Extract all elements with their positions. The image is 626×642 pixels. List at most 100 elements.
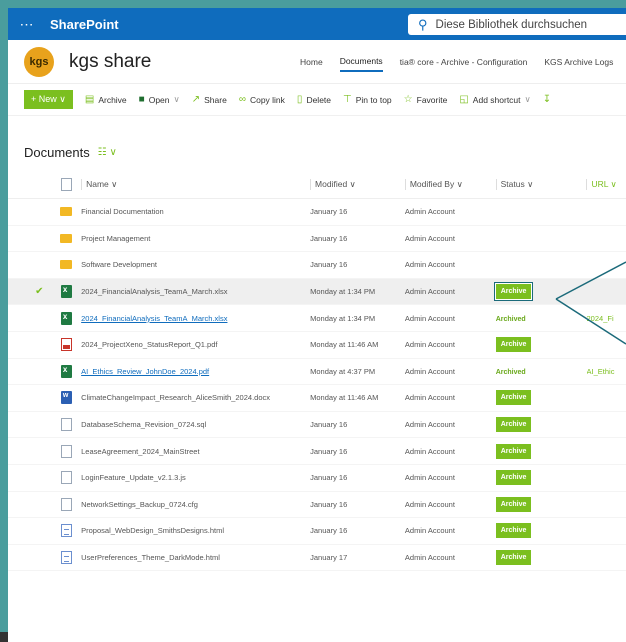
- row-status: Archive: [495, 496, 587, 512]
- download-command[interactable]: ↧: [543, 94, 555, 105]
- table-row[interactable]: ClimateChangeImpact_Research_AliceSmith_…: [8, 385, 626, 412]
- row-name[interactable]: 2024_ProjectXeno_StatusReport_Q1.pdf: [81, 340, 310, 349]
- site-header: kgs kgs share Home Documents tia® core -…: [8, 40, 626, 84]
- favorite-command[interactable]: ☆ Favorite: [404, 94, 448, 105]
- gen-file-icon: [52, 497, 82, 511]
- row-modified-by: Admin Account: [404, 553, 455, 563]
- row-name[interactable]: AI_Ethics_Review_JohnDoe_2024.pdf: [81, 367, 310, 376]
- share-command[interactable]: ↗ Share: [192, 94, 227, 105]
- archive-button[interactable]: Archive: [495, 470, 532, 486]
- archive-button[interactable]: Archive: [495, 443, 532, 459]
- row-status: Archive: [495, 417, 587, 433]
- table-row[interactable]: NetworkSettings_Backup_0724.cfg January 1…: [8, 492, 626, 519]
- row-status: Archived: [496, 314, 587, 323]
- link-icon: ∞: [238, 94, 246, 105]
- table-row[interactable]: LeaseAgreement_2024_MainStreet January 16…: [8, 438, 626, 465]
- document-list: Name ∨ Modified ∨ Modified By ∨ Status ∨…: [8, 171, 626, 572]
- site-title[interactable]: kgs share: [69, 51, 151, 73]
- search-input[interactable]: ⚲ Diese Bibliothek durchsuchen: [408, 14, 626, 35]
- column-header-url[interactable]: URL ∨: [586, 179, 626, 190]
- status-archived: Archived: [495, 315, 526, 323]
- archive-command[interactable]: ▤ Archive: [85, 94, 127, 105]
- table-row[interactable]: Financial Documentation January 16 Admin A…: [8, 199, 626, 226]
- row-status: Archive: [495, 337, 587, 353]
- archive-button[interactable]: Archive: [495, 390, 532, 406]
- row-name[interactable]: Financial Documentation: [81, 207, 310, 216]
- column-header-modified[interactable]: Modified ∨: [310, 179, 405, 190]
- archive-button[interactable]: Archive: [495, 523, 532, 539]
- row-name[interactable]: 2024_FinancialAnalysis_TeamA_March.xlsx: [81, 287, 310, 296]
- trash-icon: ▯: [296, 94, 303, 105]
- row-url[interactable]: 2024_Fi: [587, 314, 626, 323]
- archive-button[interactable]: Archive: [494, 283, 533, 301]
- table-row[interactable]: DatabaseSchema_Revision_0724.sql January …: [8, 412, 626, 439]
- row-select-checkbox[interactable]: ✔: [8, 286, 52, 297]
- row-modified: January 16: [310, 233, 348, 243]
- row-name[interactable]: Proposal_WebDesign_SmithsDesigns.html: [81, 526, 310, 535]
- table-row[interactable]: Proposal_WebDesign_SmithsDesigns.html Jan…: [8, 518, 626, 545]
- row-modified: Monday at 11:46 AM: [310, 340, 379, 350]
- add-shortcut-command[interactable]: ◱ Add shortcut ∨: [459, 94, 530, 105]
- row-name[interactable]: DatabaseSchema_Revision_0724.sql: [81, 420, 310, 429]
- archive-button[interactable]: Archive: [495, 496, 532, 512]
- delete-label: Delete: [306, 94, 332, 105]
- row-modified-by: Admin Account: [404, 366, 455, 376]
- file-type-header-icon[interactable]: [52, 178, 82, 191]
- row-modified: January 16: [310, 446, 348, 456]
- row-status: Archive: [495, 390, 587, 406]
- table-row[interactable]: Project Management January 16 Admin Accoun…: [8, 226, 626, 253]
- delete-command[interactable]: ▯ Delete: [297, 94, 331, 105]
- row-name[interactable]: NetworkSettings_Backup_0724.cfg: [81, 500, 310, 509]
- row-status: Archived: [496, 367, 587, 376]
- table-row[interactable]: 2024_FinancialAnalysis_TeamA_March.xlsxM…: [8, 305, 626, 332]
- row-status: Archive: [494, 283, 587, 301]
- row-modified-by: Admin Account: [404, 287, 455, 297]
- nav-documents[interactable]: Documents: [339, 52, 383, 72]
- share-label: Share: [204, 94, 227, 105]
- archive-button[interactable]: Archive: [495, 337, 532, 353]
- row-modified: Monday at 11:46 AM: [310, 393, 379, 403]
- row-url[interactable]: AI_Ethic: [587, 367, 626, 376]
- new-button[interactable]: + New ∨: [24, 90, 73, 109]
- row-name[interactable]: 2024_FinancialAnalysis_TeamA_March.xlsx: [81, 314, 310, 323]
- copy-link-command[interactable]: ∞ Copy link: [239, 94, 285, 105]
- shortcut-icon: ◱: [459, 94, 469, 105]
- share-icon: ↗: [191, 94, 201, 105]
- app-launcher-icon[interactable]: ⋯: [8, 16, 44, 33]
- nav-home[interactable]: Home: [300, 53, 323, 71]
- nav-archive-configuration[interactable]: tia® core - Archive - Configuration: [400, 53, 528, 71]
- gen-file-icon: [52, 444, 82, 458]
- row-modified-by: Admin Account: [404, 233, 455, 243]
- archive-icon: ▤: [84, 94, 95, 105]
- table-row[interactable]: Software Development January 16 Admin Acco…: [8, 252, 626, 279]
- archive-button[interactable]: Archive: [495, 417, 532, 433]
- code-file-icon: [52, 524, 82, 538]
- row-name[interactable]: LoginFeature_Update_v2.1.3.js: [81, 473, 310, 482]
- pin-command[interactable]: ⊤ Pin to top: [343, 94, 392, 105]
- open-command[interactable]: ■ Open ∨: [139, 94, 180, 105]
- column-header-name[interactable]: Name ∨: [81, 179, 310, 190]
- row-name[interactable]: Software Development: [81, 260, 310, 269]
- row-name[interactable]: Project Management: [81, 234, 310, 243]
- row-modified: January 16: [310, 207, 348, 217]
- row-modified: January 16: [310, 499, 348, 509]
- table-row[interactable]: LoginFeature_Update_v2.1.3.js January 16 A…: [8, 465, 626, 492]
- row-name[interactable]: ClimateChangeImpact_Research_AliceSmith_…: [81, 393, 310, 402]
- row-status: Archive: [495, 443, 587, 459]
- archive-button[interactable]: Archive: [495, 550, 532, 566]
- pin-icon: ⊤: [343, 94, 352, 105]
- table-row[interactable]: ✔ 2024_FinancialAnalysis_TeamA_March.xlsx…: [8, 278, 626, 306]
- column-header-modified-by[interactable]: Modified By ∨: [404, 179, 496, 190]
- row-name[interactable]: LeaseAgreement_2024_MainStreet: [81, 447, 310, 456]
- nav-archive-logs[interactable]: KGS Archive Logs: [544, 53, 613, 71]
- site-logo[interactable]: kgs: [24, 46, 54, 77]
- column-header-status[interactable]: Status ∨: [495, 179, 587, 190]
- library-title: Documents ☷ ∨: [24, 145, 117, 160]
- table-row[interactable]: AI_Ethics_Review_JohnDoe_2024.pdfMonday …: [8, 359, 626, 386]
- table-row[interactable]: 2024_ProjectXeno_StatusReport_Q1.pdf Mond…: [8, 332, 626, 359]
- view-switcher-icon[interactable]: ☷ ∨: [98, 147, 117, 158]
- row-modified-by: Admin Account: [404, 526, 455, 536]
- table-row[interactable]: UserPreferences_Theme_DarkMode.html Janua…: [8, 545, 626, 572]
- app-name[interactable]: SharePoint: [50, 17, 119, 32]
- row-name[interactable]: UserPreferences_Theme_DarkMode.html: [81, 553, 310, 562]
